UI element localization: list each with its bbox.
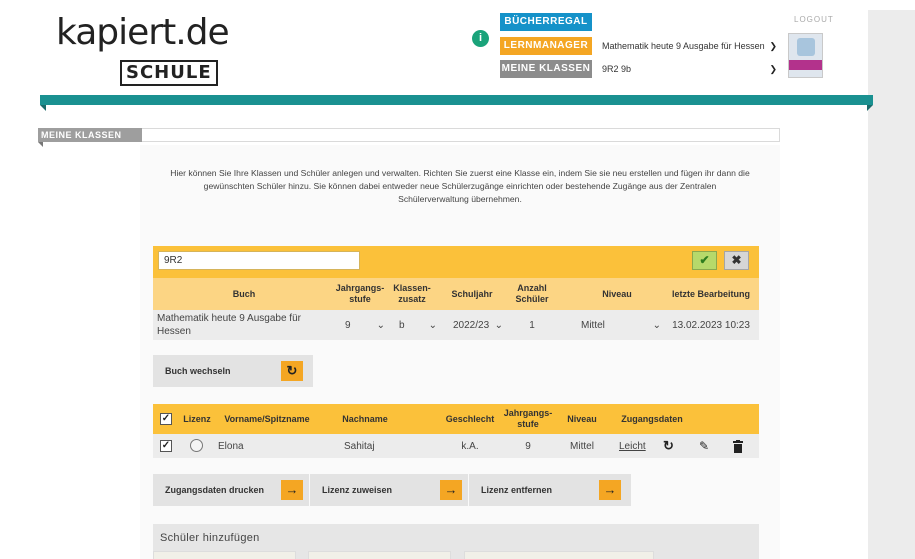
logo-subtitle: SCHULE [120,60,218,86]
chevron-down-icon: ⌄ [652,319,661,331]
students-table-header: ✓ Lizenz Vorname/Spitzname Nachname Gesc… [153,404,759,434]
access-data-link[interactable]: Leicht [619,434,659,458]
section-fold [38,142,43,147]
school-year-value: 2022/23 [453,319,490,331]
class-table-header: Buch Jahrgangs- stufe Klassen- zusatz Sc… [153,278,759,310]
last-edit-value: 13.02.2023 10:23 [672,319,750,331]
col-suffix: Klassen- zusatz [393,283,431,304]
col-level: Niveau [567,413,597,424]
divider-fold-right [867,105,873,111]
col-last-edit: letzte Bearbeitung [671,288,750,299]
student-level: Mittel [570,440,594,452]
nav-bookshelf-button[interactable]: BÜCHERREGAL [500,13,592,31]
suffix-select[interactable]: b ⌄ [391,310,441,340]
assign-license-label: Lizenz zuweisen [322,485,393,495]
col-level: Niveau [602,288,632,299]
col-grade: Jahrgangs- stufe [335,283,385,304]
book-select[interactable]: Mathematik heute 9 Ausgabe für Hessen ❯ [596,37,781,55]
cover-band [789,60,822,70]
grade-value: 9 [345,319,351,331]
chevron-down-icon: ⌄ [494,319,503,331]
arrow-right-icon: → [440,480,462,500]
regenerate-icon[interactable]: ↻ [663,434,683,458]
suffix-value: b [399,319,405,331]
book-title: Mathematik heute 9 Ausgabe für Hessen [157,313,301,337]
col-license: Lizenz [183,413,211,424]
intro-text: Hier können Sie Ihre Klassen und Schüler… [170,168,750,204]
class-select-value: 9R2 9b [602,64,632,74]
remove-license-button[interactable]: Lizenz entfernen → [469,474,631,506]
license-radio[interactable] [190,439,203,452]
print-access-label: Zugangsdaten drucken [165,485,265,495]
header-divider [40,95,873,105]
logo-wordmark: kapiert.de [56,12,230,53]
select-all-checkbox[interactable]: ✓ [160,413,172,425]
col-access: Zugangsdaten [621,413,683,424]
remove-license-label: Lizenz entfernen [481,485,553,495]
col-student-count: Anzahl Schüler [515,283,549,304]
col-grade: Jahrgangs- stufe [503,408,553,429]
add-students-title: Schüler hinzufügen [160,532,260,544]
col-firstname: Vorname/Spitzname [224,413,310,424]
col-school-year: Schuljahr [451,288,493,299]
class-row: Mathematik heute 9 Ausgabe für Hessen 9 ⌄… [153,310,759,340]
right-gutter [868,10,915,559]
confirm-button[interactable]: ✔ [692,251,717,270]
student-grade: 9 [525,440,531,452]
print-access-button[interactable]: Zugangsdaten drucken → [153,474,309,506]
add-option-tab[interactable] [464,551,654,559]
chevron-down-icon: ❯ [769,41,777,51]
student-count: 1 [529,319,535,331]
nav-myclasses-button[interactable]: MEINE KLASSEN [500,60,592,78]
section-rule [142,128,780,142]
arrow-right-icon: → [599,480,621,500]
class-name-input[interactable]: 9R2 [158,251,360,270]
level-select[interactable]: Mittel ⌄ [579,310,663,340]
cover-figure [797,38,815,56]
kapiert-logo[interactable]: kapiert.de SCHULE [56,10,256,90]
info-icon[interactable]: i [472,30,489,47]
col-gender: Geschlecht [445,413,495,424]
col-book: Buch [232,288,256,299]
chevron-down-icon: ❯ [769,64,777,74]
logout-link[interactable]: LOGOUT [794,15,834,24]
student-lastname: Sahitaj [344,440,375,452]
cancel-button[interactable]: ✖ [724,251,749,270]
student-checkbox[interactable]: ✓ [160,440,172,452]
book-cover-thumbnail[interactable] [788,33,823,78]
school-year-select[interactable]: 2022/23 ⌄ [449,310,505,340]
arrow-right-icon: → [281,480,303,500]
section-title: MEINE KLASSEN [38,128,142,142]
book-select-value: Mathematik heute 9 Ausgabe für Hessen [602,41,765,51]
level-value: Mittel [581,319,605,331]
add-option-tab[interactable] [308,551,451,559]
change-book-button[interactable]: Buch wechseln ↻ [153,355,313,387]
student-row: ✓ Elona Sahitaj k.A. 9 Mittel Leicht ↻ ✎ [153,434,759,458]
nav-learnmanager-button[interactable]: LERNMANAGER [500,37,592,55]
student-firstname: Elona [218,440,244,452]
assign-license-button[interactable]: Lizenz zuweisen → [310,474,468,506]
chevron-down-icon: ⌄ [428,319,437,331]
divider-fold-left [40,105,46,111]
add-option-tab[interactable] [153,551,296,559]
refresh-icon: ↻ [281,361,303,381]
chevron-down-icon: ⌄ [376,319,385,331]
edit-pencil-icon[interactable]: ✎ [699,434,719,458]
change-book-label: Buch wechseln [165,366,231,376]
col-lastname: Nachname [342,413,388,424]
class-select[interactable]: 9R2 9b ❯ [596,60,781,78]
grade-select[interactable]: 9 ⌄ [339,310,389,340]
student-gender: k.A. [461,440,479,452]
delete-trash-icon[interactable] [733,434,753,458]
